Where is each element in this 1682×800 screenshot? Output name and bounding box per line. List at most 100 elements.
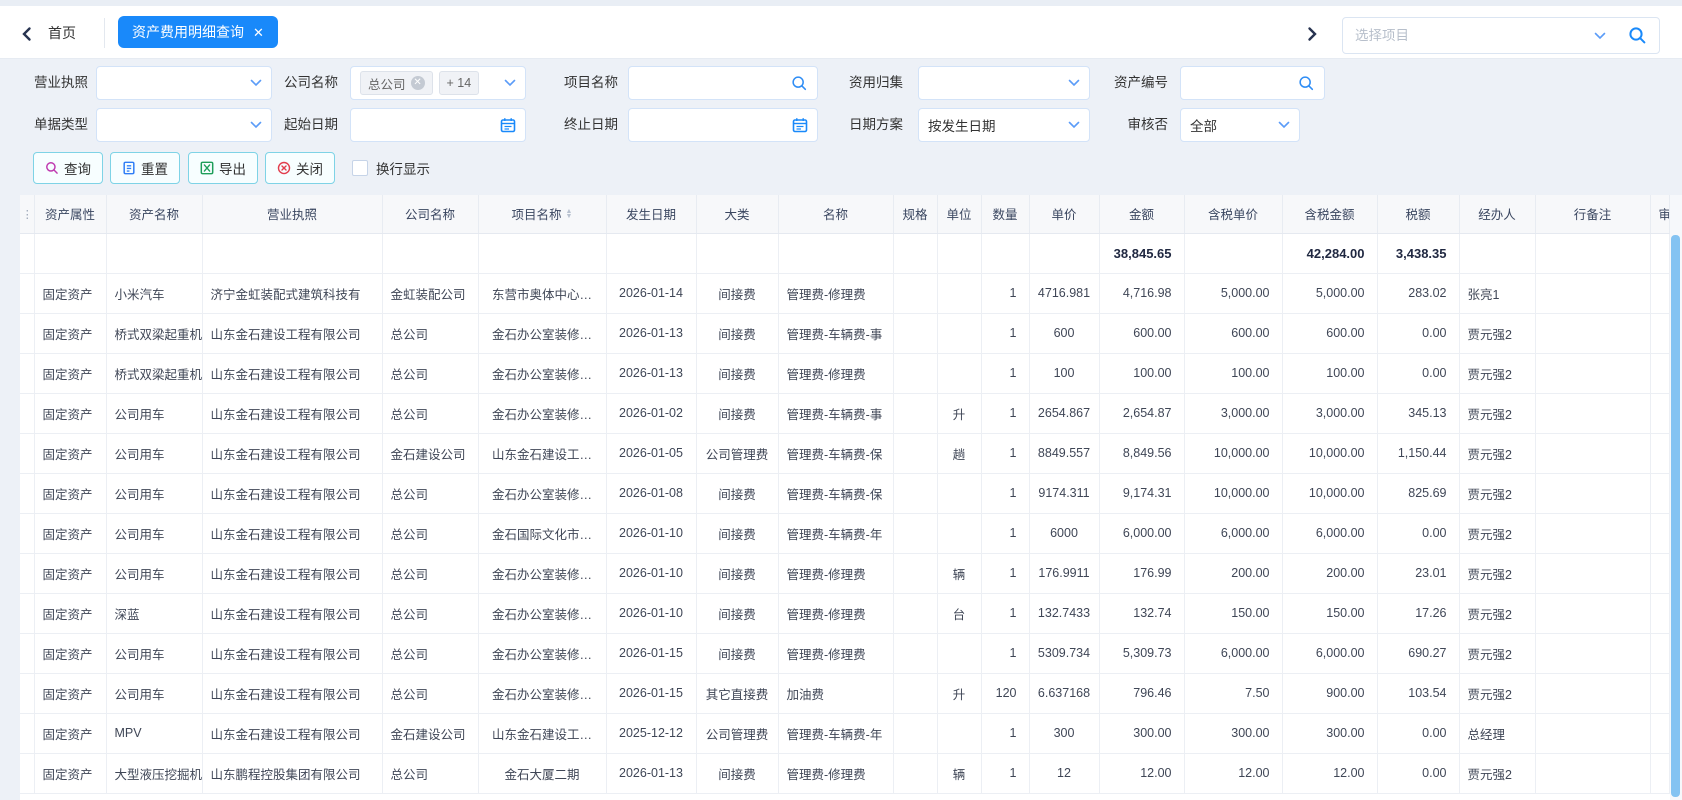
column-header[interactable]: 数量 bbox=[981, 195, 1029, 233]
cell: 600 bbox=[1029, 313, 1099, 353]
cell: 3,438.35 bbox=[1377, 233, 1459, 273]
cell: 公司用车 bbox=[106, 473, 202, 513]
table-row[interactable]: 固定资产公司用车山东金石建设工程有限公司金石建设公司山东金石建设工…2026-0… bbox=[20, 433, 1670, 473]
vertical-scrollbar-track[interactable] bbox=[1670, 195, 1682, 800]
cell: 5,000.00 bbox=[1282, 273, 1377, 313]
table-row[interactable]: 固定资产大型液压挖掘机山东鹏程控股集团有限公司总公司金石大厦二期2026-01-… bbox=[20, 753, 1670, 793]
column-header-label: 数量 bbox=[992, 204, 1017, 223]
cell: 贾元强2 bbox=[1459, 753, 1535, 793]
back-chevron-icon[interactable] bbox=[20, 26, 34, 42]
column-header[interactable]: 含税金额 bbox=[1282, 195, 1377, 233]
column-header[interactable]: 税额 bbox=[1377, 195, 1459, 233]
column-header-label: 税额 bbox=[1405, 204, 1430, 223]
project-name-input[interactable] bbox=[628, 66, 818, 100]
cell: 825.69 bbox=[1377, 473, 1459, 513]
chevron-down-icon bbox=[1278, 121, 1290, 129]
cell: 103.54 bbox=[1377, 673, 1459, 713]
forward-chevron-icon[interactable] bbox=[1305, 26, 1319, 42]
date-scheme-select[interactable]: 按发生日期 bbox=[918, 108, 1090, 142]
calendar-icon bbox=[500, 117, 516, 133]
cell: 公司用车 bbox=[106, 433, 202, 473]
wrap-display-checkbox[interactable] bbox=[352, 160, 368, 176]
expense-collection-select[interactable] bbox=[918, 66, 1090, 100]
column-header[interactable]: 行备注 bbox=[1535, 195, 1650, 233]
column-header[interactable]: 规格 bbox=[893, 195, 937, 233]
reset-button[interactable]: 重置 bbox=[110, 152, 180, 184]
tab-active-label: 资产费用明细查询 bbox=[132, 16, 244, 48]
asset-expense-table: ⋮资产属性资产名称营业执照公司名称项目名称▲▼发生日期大类名称规格单位数量单价金… bbox=[20, 195, 1670, 794]
table-row[interactable]: 固定资产公司用车山东金石建设工程有限公司总公司金石办公室装修…2026-01-1… bbox=[20, 673, 1670, 713]
column-header[interactable]: 含税单价 bbox=[1184, 195, 1282, 233]
column-header[interactable]: 发生日期 bbox=[606, 195, 696, 233]
document-type-select[interactable] bbox=[96, 108, 272, 142]
filter-label-audit-status: 审核否 bbox=[1100, 108, 1168, 142]
column-header[interactable]: 单位 bbox=[937, 195, 981, 233]
tab-home[interactable]: 首页 bbox=[48, 20, 76, 46]
sort-icon[interactable]: ▲▼ bbox=[566, 209, 573, 219]
column-drag-handle[interactable]: ⋮ bbox=[20, 195, 34, 233]
project-select[interactable] bbox=[1342, 17, 1660, 54]
company-name-multiselect[interactable]: 总公司 ✕ + 14 bbox=[350, 66, 526, 100]
table-row[interactable]: 固定资产深蓝山东金石建设工程有限公司总公司金石办公室装修…2026-01-10间… bbox=[20, 593, 1670, 633]
asset-number-field[interactable] bbox=[1190, 76, 1298, 91]
column-header[interactable]: 项目名称▲▼ bbox=[478, 195, 606, 233]
selected-company-tag: 总公司 ✕ bbox=[360, 71, 433, 95]
column-header[interactable]: 单价 bbox=[1029, 195, 1099, 233]
grip-icon: ⋮ bbox=[22, 208, 32, 221]
asset-number-input[interactable] bbox=[1180, 66, 1325, 100]
table-row[interactable]: 固定资产小米汽车济宁金虹装配式建筑科技有金虹装配公司东营市奥体中心…2026-0… bbox=[20, 273, 1670, 313]
project-name-field[interactable] bbox=[638, 76, 791, 91]
column-header[interactable]: 资产属性 bbox=[34, 195, 106, 233]
column-header[interactable]: 公司名称 bbox=[382, 195, 478, 233]
start-date-field[interactable] bbox=[360, 118, 500, 133]
search-icon[interactable] bbox=[1298, 75, 1315, 92]
column-header[interactable]: 大类 bbox=[696, 195, 778, 233]
query-button[interactable]: 查询 bbox=[33, 152, 103, 184]
remove-tag-icon[interactable]: ✕ bbox=[411, 76, 425, 90]
cell bbox=[937, 513, 981, 553]
end-date-field[interactable] bbox=[638, 118, 792, 133]
column-header[interactable]: 审核否 bbox=[1650, 195, 1670, 233]
cell bbox=[893, 473, 937, 513]
tab-asset-expense-query[interactable]: 资产费用明细查询 ✕ bbox=[118, 16, 278, 48]
export-button[interactable]: 导出 bbox=[188, 152, 258, 184]
close-button[interactable]: 关闭 bbox=[265, 152, 335, 184]
column-header-label: 行备注 bbox=[1574, 204, 1612, 223]
table-row[interactable]: 固定资产公司用车山东金石建设工程有限公司总公司金石办公室装修…2026-01-1… bbox=[20, 633, 1670, 673]
table-row[interactable]: 固定资产公司用车山东金石建设工程有限公司总公司金石办公室装修…2026-01-1… bbox=[20, 553, 1670, 593]
search-icon[interactable] bbox=[1628, 26, 1647, 45]
column-header[interactable]: 金额 bbox=[1099, 195, 1184, 233]
table-row[interactable]: 固定资产公司用车山东金石建设工程有限公司总公司金石办公室装修…2026-01-0… bbox=[20, 393, 1670, 433]
cell: 300.00 bbox=[1099, 713, 1184, 753]
cell: 贾元强2 bbox=[1459, 433, 1535, 473]
column-header[interactable]: 资产名称 bbox=[106, 195, 202, 233]
cell: 300.00 bbox=[1184, 713, 1282, 753]
vertical-scrollbar-thumb[interactable] bbox=[1671, 235, 1680, 797]
column-header[interactable]: 营业执照 bbox=[202, 195, 382, 233]
table-row[interactable]: 固定资产公司用车山东金石建设工程有限公司总公司金石办公室装修…2026-01-0… bbox=[20, 473, 1670, 513]
column-header-label: 金额 bbox=[1129, 204, 1154, 223]
tab-close-icon[interactable]: ✕ bbox=[253, 26, 264, 39]
start-date-picker[interactable] bbox=[350, 108, 526, 142]
cell bbox=[937, 353, 981, 393]
cell: 23.01 bbox=[1377, 553, 1459, 593]
table-row[interactable]: 固定资产桥式双梁起重机山东金石建设工程有限公司总公司金石办公室装修…2026-0… bbox=[20, 313, 1670, 353]
table-row[interactable]: 固定资产公司用车山东金石建设工程有限公司总公司金石国际文化市…2026-01-1… bbox=[20, 513, 1670, 553]
row-grip-cell bbox=[20, 633, 34, 673]
summary-row[interactable]: 38,845.6542,284.003,438.35 bbox=[20, 233, 1670, 273]
cell: 山东金石建设工程有限公司 bbox=[202, 353, 382, 393]
column-header[interactable]: 名称 bbox=[778, 195, 893, 233]
table-row[interactable]: 固定资产桥式双梁起重机山东金石建设工程有限公司总公司金石办公室装修…2026-0… bbox=[20, 353, 1670, 393]
end-date-picker[interactable] bbox=[628, 108, 818, 142]
cell bbox=[1650, 433, 1670, 473]
cell: 0.00 bbox=[1377, 313, 1459, 353]
cell: 金石办公室装修… bbox=[478, 633, 606, 673]
project-select-input[interactable] bbox=[1355, 28, 1594, 43]
audit-status-select[interactable]: 全部 bbox=[1180, 108, 1300, 142]
search-icon[interactable] bbox=[791, 75, 808, 92]
table-row[interactable]: 固定资产MPV山东金石建设工程有限公司金石建设公司山东金石建设工…2025-12… bbox=[20, 713, 1670, 753]
cell bbox=[1650, 753, 1670, 793]
business-license-select[interactable] bbox=[96, 66, 272, 100]
column-header[interactable]: 经办人 bbox=[1459, 195, 1535, 233]
cell: 345.13 bbox=[1377, 393, 1459, 433]
